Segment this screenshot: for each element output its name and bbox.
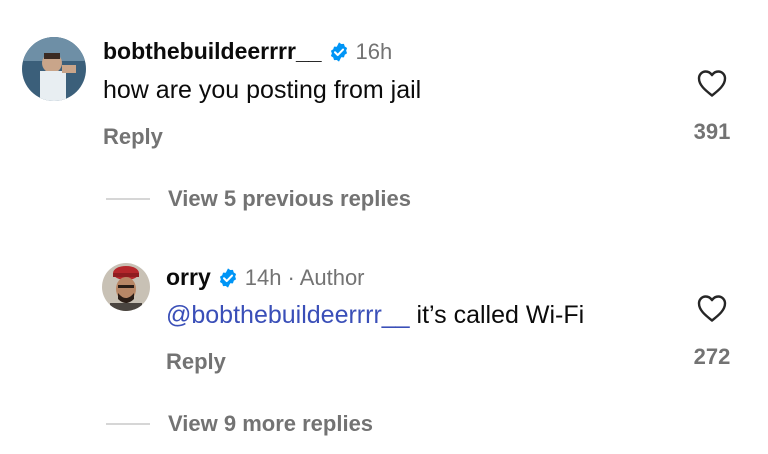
comment-body: how are you posting from jail (103, 76, 422, 104)
comment-body: it’s called Wi-Fi (409, 301, 585, 329)
view-more-label: View 9 more replies (168, 411, 374, 436)
verified-badge-icon (217, 267, 239, 289)
like-count: 391 (693, 119, 731, 144)
username[interactable]: orry (166, 264, 211, 291)
divider-line (106, 198, 150, 200)
avatar[interactable] (102, 263, 150, 311)
username[interactable]: bobthebuildeerrrr__ (103, 38, 322, 65)
view-more-replies[interactable]: View 9 more replies (106, 411, 373, 437)
verified-badge-icon (328, 41, 350, 63)
heart-icon[interactable] (696, 68, 728, 98)
timestamp: 16h (355, 38, 393, 64)
reply-button[interactable]: Reply (103, 124, 163, 150)
comment-text: how are you posting from jail (103, 76, 421, 105)
view-previous-label: View 5 previous replies (168, 186, 411, 211)
divider-line (106, 423, 150, 425)
reply-button[interactable]: Reply (166, 349, 226, 375)
view-previous-replies[interactable]: View 5 previous replies (106, 186, 411, 212)
like-count: 272 (693, 344, 731, 369)
timestamp: 14h (244, 264, 282, 290)
heart-icon[interactable] (696, 293, 728, 323)
comment-text: @bobthebuildeerrrr__ it’s called Wi-Fi (166, 301, 584, 330)
comment-meta: bobthebuildeerrrr__ 16h (103, 38, 392, 65)
avatar[interactable] (22, 37, 86, 101)
mention-link[interactable]: @bobthebuildeerrrr__ (166, 301, 410, 329)
comment-meta: orry 14h · Author (166, 264, 365, 291)
author-label: · Author (287, 264, 365, 290)
